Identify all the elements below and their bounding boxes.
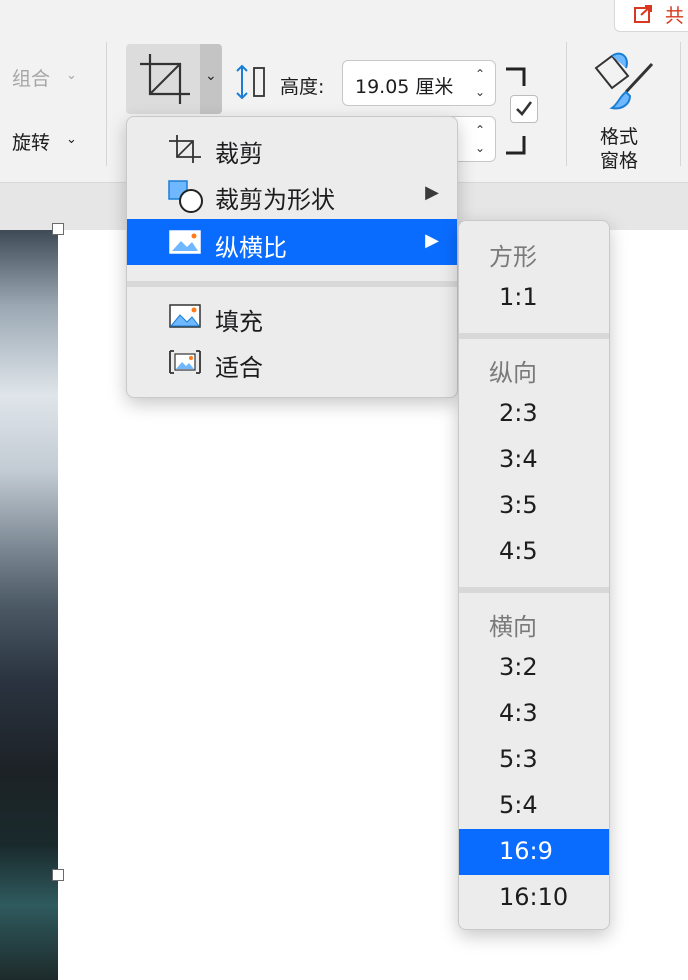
aspect-option-4-5[interactable]: 4:5 (459, 529, 609, 575)
ribbon-separator (106, 42, 107, 166)
selected-picture[interactable] (0, 230, 58, 980)
submenu-header-landscape: 横向 (489, 613, 537, 641)
crop-icon (169, 135, 201, 163)
aspect-option-5-3[interactable]: 5:3 (459, 737, 609, 783)
height-icon (236, 64, 265, 100)
format-pane-button[interactable]: 格式 窗格 (588, 46, 660, 172)
submenu-arrow-icon: ▶ (425, 182, 439, 203)
menu-item-crop[interactable]: 裁剪 (127, 125, 457, 171)
ribbon-separator (680, 42, 681, 166)
aspect-option-3-2[interactable]: 3:2 (459, 645, 609, 691)
paint-brush-icon (594, 52, 654, 110)
aspect-option-5-4[interactable]: 5:4 (459, 783, 609, 829)
menu-item-fit[interactable]: 适合 (127, 339, 457, 385)
chevron-down-icon: ⌄ (66, 68, 77, 83)
aspect-ratio-submenu: 方形 1:1 纵向 2:3 3:4 3:5 4:5 横向 3:2 4:3 5:3… (458, 220, 610, 930)
rotate-button[interactable]: 旋转 ⌄ (12, 128, 77, 155)
lock-aspect-checkbox[interactable] (510, 95, 538, 123)
crop-dropdown-button[interactable]: ⌄ (200, 44, 222, 114)
menu-item-fill[interactable]: 填充 (127, 293, 457, 339)
crop-button[interactable] (126, 44, 198, 114)
rotate-label: 旋转 (12, 132, 51, 154)
crop-icon (140, 54, 190, 104)
aspect-option-1-1[interactable]: 1:1 (459, 275, 609, 321)
menu-divider (127, 281, 457, 287)
resize-handle-top-right[interactable] (52, 223, 64, 235)
resize-handle-right[interactable] (52, 869, 64, 881)
fill-icon (169, 304, 201, 328)
ribbon-separator (566, 42, 567, 166)
aspect-option-16-10[interactable]: 16:10 (459, 875, 609, 921)
height-stepper[interactable]: ⌃ ⌄ (471, 65, 489, 101)
checkmark-icon (516, 101, 533, 116)
submenu-header-portrait: 纵向 (489, 359, 537, 387)
aspect-option-3-5[interactable]: 3:5 (459, 483, 609, 529)
crop-to-shape-icon (168, 180, 203, 213)
group-label: 组合 (12, 68, 51, 90)
width-stepper[interactable]: ⌃ ⌄ (471, 121, 489, 157)
crop-split-button[interactable]: ⌄ (126, 44, 222, 114)
share-label: 共 (665, 5, 685, 27)
share-button[interactable]: 共 (614, 0, 688, 32)
share-icon (634, 5, 652, 23)
menu-divider (459, 333, 609, 339)
submenu-header-square: 方形 (489, 243, 537, 271)
menu-item-crop-to-shape[interactable]: 裁剪为形状 ▶ (127, 171, 457, 217)
group-button[interactable]: 组合 ⌄ (12, 64, 77, 91)
aspect-option-3-4[interactable]: 3:4 (459, 437, 609, 483)
aspect-ratio-icon (169, 230, 201, 254)
chevron-down-icon: ⌄ (205, 68, 217, 84)
format-pane-label-2: 窗格 (600, 150, 639, 172)
format-pane-label-1: 格式 (600, 126, 639, 148)
height-value: 19.05 厘米 (355, 76, 454, 98)
fit-icon (169, 350, 201, 374)
chevron-down-icon: ⌄ (66, 132, 77, 147)
menu-item-aspect-ratio[interactable]: 纵横比 ▶ (127, 219, 457, 265)
menu-divider (459, 587, 609, 593)
height-label: 高度: (280, 76, 325, 98)
aspect-option-4-3[interactable]: 4:3 (459, 691, 609, 737)
height-input[interactable]: 19.05 厘米 ⌃ ⌄ (342, 60, 496, 106)
crop-menu: 裁剪 裁剪为形状 ▶ 纵横比 ▶ 填充 适合 (126, 116, 458, 398)
submenu-arrow-icon: ▶ (425, 230, 439, 251)
aspect-option-16-9[interactable]: 16:9 (459, 829, 609, 875)
aspect-option-2-3[interactable]: 2:3 (459, 391, 609, 437)
